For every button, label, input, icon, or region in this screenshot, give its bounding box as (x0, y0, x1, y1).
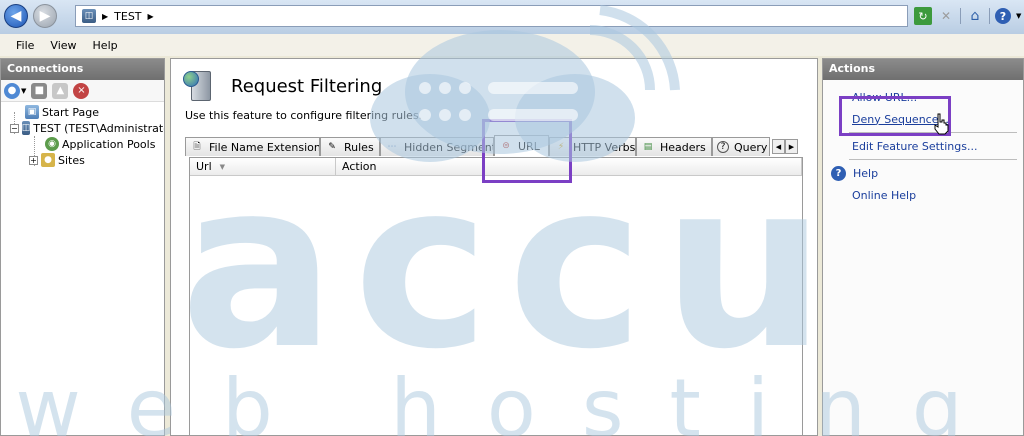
stop-icon[interactable]: ✕ (937, 7, 955, 25)
help-icon: ? (831, 165, 846, 181)
document-icon: 🗎 (193, 142, 201, 152)
url-grid[interactable]: Url ▼ Action (189, 157, 803, 435)
save-icon[interactable]: ■ (31, 82, 48, 99)
chevron-down-icon[interactable]: ▼ (1016, 12, 1021, 20)
breadcrumb-arrow-icon[interactable]: ▶ (102, 12, 108, 21)
breadcrumb-arrow-icon[interactable]: ▶ (148, 12, 154, 21)
toolbar-separator (989, 8, 990, 24)
tab-scroll-right-icon[interactable]: ▶ (785, 139, 798, 154)
application-pools-icon: ◉ (45, 137, 59, 151)
home-icon[interactable]: ⌂ (966, 7, 984, 25)
actions-panel: Actions Allow URL... Deny Sequence... Ed… (822, 58, 1024, 436)
connections-tree: ▣ Start Page − ◫ TEST (TEST\Administrato… (1, 102, 164, 168)
feature-description: Use this feature to configure filtering … (185, 109, 423, 122)
back-arrow-icon: ◀ (10, 8, 22, 24)
connections-panel: Connections ● ▼ ■ ▲ × ▣ Start Page − ◫ T… (0, 58, 165, 436)
headers-icon: ▤ (643, 142, 653, 152)
actions-list: Allow URL... Deny Sequence... Edit Featu… (823, 80, 1023, 206)
menu-help[interactable]: Help (85, 37, 126, 54)
action-online-help[interactable]: Online Help (823, 184, 1023, 206)
url-deny-icon: ⊜ (502, 141, 510, 151)
hidden-segments-icon: ⋯ (387, 142, 397, 152)
collapse-icon[interactable]: − (10, 123, 19, 133)
menu-view[interactable]: View (42, 37, 84, 54)
server-icon: ◫ (21, 121, 31, 135)
sort-down-icon: ▼ (219, 162, 226, 171)
actions-separator (849, 159, 1017, 160)
rules-icon: ✎ (328, 142, 336, 152)
start-page-icon: ▣ (25, 105, 39, 119)
forward-arrow-icon: ▶ (39, 8, 51, 24)
tab-scroll-left-icon[interactable]: ◀ (772, 139, 785, 154)
lightning-icon: ⚡ (557, 142, 565, 152)
feature-panel: Request Filtering Use this feature to co… (170, 58, 818, 436)
server-icon: ◫ (82, 9, 96, 23)
question-icon: ? (717, 141, 729, 153)
column-header-url[interactable]: Url ▼ (190, 158, 336, 175)
tab-url[interactable]: ⊜ URL (494, 135, 549, 156)
feature-header: Request Filtering (171, 59, 817, 103)
tree-item-sites[interactable]: + ● Sites (1, 152, 164, 168)
tab-hidden-segments[interactable]: ⋯ Hidden Segments (380, 137, 494, 156)
up-level-icon[interactable]: ▲ (52, 82, 69, 99)
tab-http-verbs[interactable]: ⚡ HTTP Verbs (549, 137, 636, 156)
tab-rules[interactable]: ✎ Rules (320, 137, 380, 156)
expand-icon[interactable]: + (29, 155, 38, 165)
connections-header: Connections (1, 59, 164, 80)
disconnect-icon[interactable]: × (73, 82, 90, 99)
breadcrumb-test[interactable]: TEST (114, 10, 141, 23)
menu-file[interactable]: File (8, 37, 42, 54)
action-edit-feature-settings[interactable]: Edit Feature Settings... (823, 135, 1023, 157)
refresh-icon[interactable]: ↻ (914, 7, 932, 25)
chevron-down-icon[interactable]: ▼ (21, 87, 26, 95)
help-icon[interactable]: ? (995, 8, 1011, 24)
connect-icon[interactable]: ● (4, 82, 20, 99)
toolbar-separator (960, 8, 961, 24)
tree-item-start-page[interactable]: ▣ Start Page (1, 104, 164, 120)
tab-query[interactable]: ? Query (712, 137, 770, 156)
sites-folder-icon: ● (41, 153, 55, 167)
tree-item-application-pools[interactable]: ◉ Application Pools (1, 136, 164, 152)
actions-header: Actions (823, 59, 1023, 80)
page-title: Request Filtering (231, 75, 383, 97)
tree-item-server[interactable]: − ◫ TEST (TEST\Administrato (1, 120, 164, 136)
column-header-action[interactable]: Action (336, 158, 802, 175)
action-deny-sequence[interactable]: Deny Sequence... (823, 108, 1023, 130)
connections-toolbar: ● ▼ ■ ▲ × (1, 80, 164, 102)
request-filtering-icon (183, 69, 217, 103)
menu-bar: File View Help (0, 34, 1024, 56)
forward-button[interactable]: ▶ (33, 4, 57, 28)
address-toolbar: ◀ ▶ ◫ ▶ TEST ▶ ↻ ✕ ⌂ ? ▼ (0, 0, 1024, 34)
tab-strip: 🗎 File Name Extensions ✎ Rules ⋯ Hidden … (185, 135, 805, 156)
address-bar[interactable]: ◫ ▶ TEST ▶ (75, 5, 908, 27)
grid-header: Url ▼ Action (190, 158, 802, 176)
tab-file-name-extensions[interactable]: 🗎 File Name Extensions (185, 137, 320, 156)
tab-headers[interactable]: ▤ Headers (636, 137, 712, 156)
action-allow-url[interactable]: Allow URL... (823, 86, 1023, 108)
hand-cursor-icon (934, 113, 949, 135)
top-right-toolbar: ↻ ✕ ⌂ ? ▼ (914, 6, 1021, 26)
action-help[interactable]: ? Help (823, 162, 1023, 184)
back-button[interactable]: ◀ (4, 4, 28, 28)
